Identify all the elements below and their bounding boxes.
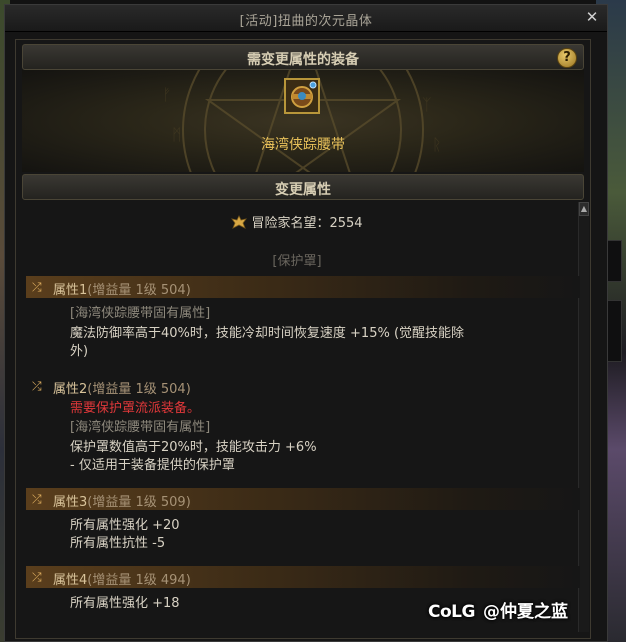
attribute-level: (增益量 1级 509) [87,495,191,510]
attribute-line: [海湾侠踪腰带固有属性] [70,420,211,435]
shuffle-icon: ⤮ [32,379,42,393]
item-name: 海湾侠踪腰带 [261,137,345,153]
attribute-title: 属性4(增益量 1级 494) [53,569,191,588]
scroll-up-button[interactable]: ▲ [579,202,589,216]
attribute-row-3[interactable]: ⤮ 属性3(增益量 1级 509) [26,488,580,510]
belt-icon [286,80,318,112]
fame-label: 冒险家名望：2554 [251,216,363,231]
category-label: [保护罩] [272,254,322,269]
attribute-change-window: [活动]扭曲的次元晶体 ✕ 需变更属性的装备 ? ᚠᛗ ᛉᚱ 海湾侠踪腰带 变更… [4,4,608,642]
equipment-section-header: 需变更属性的装备 ? [22,44,584,70]
watermark-text: @仲夏之蓝 [482,602,568,622]
svg-text:ᚠ: ᚠ [162,85,172,104]
attribute-row-4[interactable]: ⤮ 属性4(增益量 1级 494) [26,566,580,588]
attribute-level: (增益量 1级 504) [87,283,191,298]
fame-crest-icon [231,215,248,229]
help-icon[interactable]: ? [557,48,577,68]
shuffle-icon: ⤮ [32,280,42,294]
attribute-line: 魔法防御率高于40%时，技能冷却时间恢复速度 +15% (觉醒技能除 [70,326,465,341]
attribute-name: 属性3 [53,495,88,510]
attribute-line: 所有属性强化 +20 [70,518,180,533]
attribute-line: 所有属性强化 +18 [70,596,180,611]
attribute-level: (增益量 1级 494) [87,573,191,588]
attribute-name: 属性4 [53,573,88,588]
adventurer-fame: 冒险家名望：2554 [16,212,578,231]
attribute-line: 所有属性抗性 -5 [70,536,166,551]
shuffle-icon: ⤮ [32,492,42,506]
attribute-name: 属性2 [53,382,88,397]
attribute-line: - 仅适用于装备提供的保护罩 [70,458,235,473]
attribute-name: 属性1 [53,283,88,298]
attribute-title: 属性3(增益量 1级 509) [53,491,191,510]
attribute-level: (增益量 1级 504) [87,382,191,397]
close-icon[interactable]: ✕ [583,8,601,26]
attribute-title: 属性2(增益量 1级 504) [53,378,191,397]
change-attribute-title: 变更属性 [275,182,331,198]
item-slot[interactable] [284,78,320,114]
shuffle-icon: ⤮ [32,570,42,584]
attribute-line: [海湾侠踪腰带固有属性] [70,306,211,321]
attribute-line: 外) [70,344,89,359]
change-attribute-header: 变更属性 [22,174,584,200]
attribute-warning: 需要保护罩流派装备。 [70,401,201,416]
equipment-showcase: ᚠᛗ ᛉᚱ 海湾侠踪腰带 [22,70,584,172]
watermark: CoLG @仲夏之蓝 [428,597,568,622]
watermark-logo: CoLG [428,602,475,622]
attribute-title: 属性1(增益量 1级 504) [53,279,191,298]
main-panel: 需变更属性的装备 ? ᚠᛗ ᛉᚱ 海湾侠踪腰带 变更属性 ▲ 冒险家名望：255… [15,39,591,639]
equipment-section-title: 需变更属性的装备 [247,52,359,68]
attribute-row-1[interactable]: ⤮ 属性1(增益量 1级 504) [26,276,580,298]
attribute-line: 保护罩数值高于20%时，技能攻击力 +6% [70,440,317,455]
svg-text:ᛉ: ᛉ [422,95,432,114]
title-bar[interactable]: [活动]扭曲的次元晶体 ✕ [5,5,607,32]
attribute-row-2[interactable]: ⤮ 属性2(增益量 1级 504) [26,375,580,397]
window-title: [活动]扭曲的次元晶体 [239,14,373,29]
